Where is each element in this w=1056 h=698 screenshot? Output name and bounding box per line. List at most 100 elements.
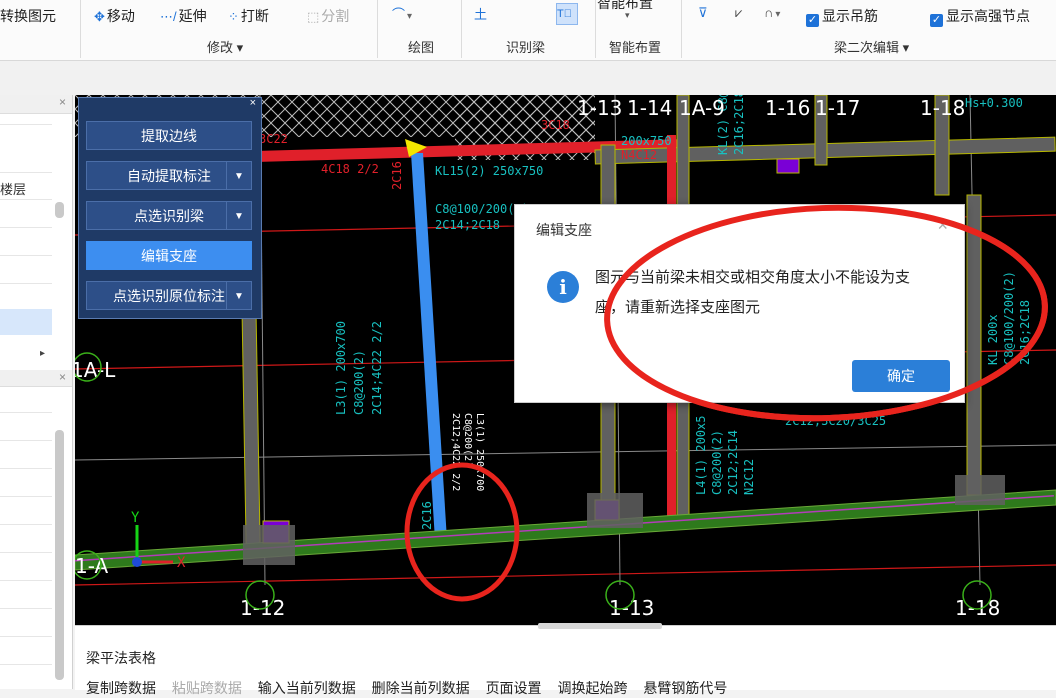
ucs-x-label: X xyxy=(177,555,186,571)
checkbox-checked-icon: ✓ xyxy=(806,14,819,27)
annotation: Hs+0.300 xyxy=(965,96,1023,110)
close-icon[interactable]: × xyxy=(59,95,66,109)
list-divider xyxy=(0,439,52,441)
table-icon: T⃞ xyxy=(557,8,572,20)
scrollbar-thumb[interactable] xyxy=(55,202,64,218)
smart-layout-group-label: 智能布置 xyxy=(609,40,662,55)
separator xyxy=(461,0,462,58)
list-divider xyxy=(0,495,52,497)
list-divider xyxy=(0,254,52,256)
splitter-grip[interactable] xyxy=(538,623,662,629)
axis-label: 1-14 xyxy=(627,96,672,120)
annotation: 2C12;2C14 xyxy=(726,430,740,495)
page-setup-button[interactable]: 页面设置 xyxy=(486,680,542,696)
checkbox-checked-icon: ✓ xyxy=(930,14,943,27)
annotation: N2C12 xyxy=(742,459,756,495)
left-panel-lower: × xyxy=(0,370,73,689)
identify-beam-button[interactable]: ⼟ xyxy=(474,4,489,23)
split-button[interactable]: ⬚ 分割 xyxy=(307,6,349,26)
left-panel-upper: × 楼层 ▸ xyxy=(0,95,73,370)
list-divider xyxy=(0,579,52,581)
paste-span-data-button[interactable]: 粘贴跨数据 xyxy=(172,680,242,696)
extend-button[interactable]: ⋯/延伸 xyxy=(160,6,207,26)
list-divider xyxy=(0,607,52,609)
annotation: L4(1) 200x5 xyxy=(694,416,708,495)
beam-grey xyxy=(966,194,982,496)
show-high-strength-checkbox[interactable]: ✓ 显示高强节点 xyxy=(930,6,1030,27)
beam-magenta-line xyxy=(75,494,1054,562)
delete-current-column-button[interactable]: 删除当前列数据 xyxy=(372,680,470,696)
info-icon: i xyxy=(547,271,579,303)
edit-support-button[interactable]: 编辑支座 xyxy=(86,241,252,270)
axis-label: 1A-9 xyxy=(679,96,725,120)
axis-label: 1-A xyxy=(75,554,109,578)
list-divider xyxy=(0,226,52,228)
chevron-down-icon[interactable]: ▼ xyxy=(226,162,251,189)
convert-element-button[interactable]: 转换图元 xyxy=(0,6,56,26)
ok-button[interactable]: 确定 xyxy=(852,360,950,392)
cantilever-rebar-code-button[interactable]: 悬臂钢筋代号 xyxy=(643,680,727,696)
edit-support-dialog: 编辑支座 × i 图元与当前梁未相交或相交角度太小不能设为支座，请重新选择支座图… xyxy=(514,204,965,403)
annotation: 2C16;2C18 xyxy=(732,95,746,155)
query-icon: ⊽ xyxy=(698,5,708,20)
identify-beam-icon: ⼟ xyxy=(474,7,488,22)
split-icon: ⬚ xyxy=(307,9,320,24)
beam-secondary-edit-group-label[interactable]: 梁二次编辑 ▾ xyxy=(834,37,909,56)
list-divider xyxy=(0,523,52,525)
annotation: L3(1) 200x700 xyxy=(334,321,348,415)
stirrup-button[interactable]: ∩ ▾ xyxy=(764,4,780,20)
annotation: 3C18 xyxy=(541,118,570,132)
query-button[interactable]: ⊽ xyxy=(698,4,710,21)
dialog-title: 编辑支座 xyxy=(536,222,592,238)
annotation: 2C16 xyxy=(390,161,404,190)
list-divider xyxy=(0,198,52,200)
ribbon-gap-strip xyxy=(0,61,1056,95)
beam-table-toolbar: 复制跨数据 粘贴跨数据 输入当前列数据 删除当前列数据 页面设置 调换起始跨 悬… xyxy=(86,678,739,698)
annotation: C8@200(2) xyxy=(462,413,473,467)
close-icon[interactable]: × xyxy=(937,215,948,236)
beam-identify-tool-panel: × 提取边线 自动提取标注 ▼ 点选识别梁 ▼ 编辑支座 点选识别原位标注 ▼ xyxy=(78,97,262,319)
show-hanger-checkbox[interactable]: ✓ 显示吊筋 xyxy=(806,6,878,27)
break-button[interactable]: ⁘ 打断 xyxy=(228,6,269,26)
separator xyxy=(681,0,682,58)
copy-span-data-button[interactable]: 复制跨数据 xyxy=(86,680,156,696)
chevron-down-icon[interactable]: ▼ xyxy=(226,202,251,229)
chevron-down-icon[interactable]: ▼ xyxy=(226,282,251,309)
dialog-message: 图元与当前梁未相交或相交角度太小不能设为支座，请重新选择支座图元 xyxy=(595,269,911,316)
expand-arrow-icon[interactable]: ▸ xyxy=(40,348,45,359)
point-identify-beam-button[interactable]: 点选识别梁 ▼ xyxy=(86,201,252,230)
move-button[interactable]: ✥ 移动 xyxy=(94,6,135,26)
list-divider xyxy=(0,411,52,413)
list-divider xyxy=(0,635,52,637)
draw-arc-button[interactable]: ⌒ ▾ xyxy=(392,4,412,23)
input-current-column-button[interactable]: 输入当前列数据 xyxy=(258,680,356,696)
annotation: 2C16 xyxy=(420,501,434,530)
list-divider xyxy=(0,551,52,553)
panel-header: × xyxy=(0,370,72,387)
column-base xyxy=(243,525,295,565)
annotation: 2C12;4C22 2/2 xyxy=(450,413,461,491)
beam-green xyxy=(75,489,1056,571)
close-icon[interactable]: × xyxy=(250,97,256,109)
break-icon: ⁘ xyxy=(228,9,239,24)
separator xyxy=(595,0,596,58)
list-divider xyxy=(0,123,52,125)
swap-start-span-button[interactable]: 调换起始跨 xyxy=(557,680,627,696)
extract-edge-button[interactable]: 提取边线 xyxy=(86,121,252,150)
auto-extract-annotation-button[interactable]: 自动提取标注 ▼ xyxy=(86,161,252,190)
point-identify-inplace-annotation-button[interactable]: 点选识别原位标注 ▼ xyxy=(86,281,252,310)
hanger-button[interactable]: ⩗ xyxy=(735,4,744,21)
extend-icon: ⋯/ xyxy=(160,9,177,24)
close-icon[interactable]: × xyxy=(59,370,66,384)
list-divider xyxy=(0,171,52,173)
annotation: 2C14;2C18 xyxy=(435,218,500,232)
beam-table-panel: 梁平法表格 复制跨数据 粘贴跨数据 输入当前列数据 删除当前列数据 页面设置 调… xyxy=(75,623,1056,696)
floor-column-header: 楼层 xyxy=(0,182,27,197)
modify-group-label[interactable]: 修改 ▾ xyxy=(207,37,243,56)
selected-list-item[interactable] xyxy=(0,309,52,335)
scrollbar-thumb[interactable] xyxy=(55,430,64,680)
identify-beam-group-label: 识别梁 xyxy=(506,40,546,55)
annotation: KL 200x xyxy=(986,314,1000,365)
identify-beam-table-button[interactable]: T⃞ xyxy=(556,3,578,25)
axis-label: 1-16 xyxy=(765,96,810,120)
